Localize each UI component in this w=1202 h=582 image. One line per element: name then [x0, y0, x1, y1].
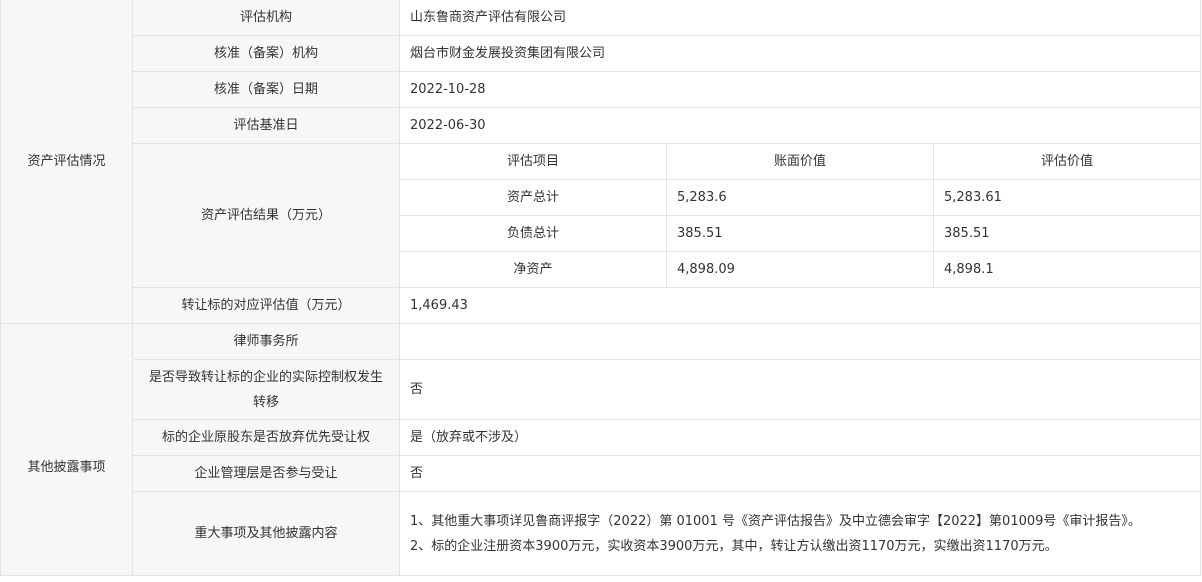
target-value-value: 1,469.43: [398, 287, 1202, 324]
law-firm-value: [398, 323, 1202, 360]
approve-date-label: 核准（备案）日期: [132, 71, 400, 108]
control-change-label: 是否导致转让标的企业的实际控制权发生转移: [132, 359, 400, 420]
management-label: 企业管理层是否参与受让: [132, 455, 400, 492]
result-header-book: 账面价值: [666, 143, 934, 180]
result-appraised-value: 5,283.61: [932, 179, 1202, 216]
section-asset-label: 资产评估情况: [0, 0, 133, 324]
appraiser-label: 评估机构: [132, 0, 400, 36]
result-item-name: 负债总计: [399, 215, 667, 252]
preemption-label: 标的企业原股东是否放弃优先受让权: [132, 419, 400, 456]
row-result-header: 资产评估结果（万元） 评估项目 账面价值 评估价值: [1, 143, 1202, 288]
result-appraised-value: 385.51: [932, 215, 1202, 252]
row-major: 重大事项及其他披露内容 1、其他重大事项详见鲁商评报字（2022）第 01001…: [1, 491, 1202, 576]
section-other-label: 其他披露事项: [0, 359, 133, 576]
result-header-item: 评估项目: [399, 143, 667, 180]
major-line-1: 1、其他重大事项详见鲁商评报字（2022）第 01001 号《资产评估报告》及中…: [410, 513, 1141, 529]
appraiser-value: 山东鲁商资产评估有限公司: [398, 0, 1202, 36]
preemption-value: 是（放弃或不涉及）: [398, 419, 1202, 456]
row-approver: 核准（备案）机构 烟台市财金发展投资集团有限公司: [1, 35, 1202, 72]
row-preemption: 标的企业原股东是否放弃优先受让权 是（放弃或不涉及）: [1, 419, 1202, 456]
row-control-change: 其他披露事项 是否导致转让标的企业的实际控制权发生转移 否: [0, 359, 1202, 576]
law-firm-label: 律师事务所: [132, 323, 400, 360]
major-value: 1、其他重大事项详见鲁商评报字（2022）第 01001 号《资产评估报告》及中…: [398, 491, 1202, 576]
result-item-name: 净资产: [399, 251, 667, 288]
row-management: 企业管理层是否参与受让 否: [1, 455, 1202, 492]
result-appraised-value: 4,898.1: [932, 251, 1202, 288]
management-value: 否: [398, 455, 1202, 492]
base-date-label: 评估基准日: [132, 107, 400, 144]
section-asset-tail: [0, 323, 133, 360]
approver-value: 烟台市财金发展投资集团有限公司: [398, 35, 1202, 72]
base-date-value: 2022-06-30: [398, 107, 1202, 144]
result-item-name: 资产总计: [399, 179, 667, 216]
row-target-value: 转让标的对应评估值（万元） 1,469.43: [1, 287, 1202, 324]
row-appraiser: 资产评估情况 评估机构 山东鲁商资产评估有限公司: [0, 0, 1202, 324]
major-line-2: 2、标的企业注册资本3900万元，实收资本3900万元，其中，转让方认缴出资11…: [410, 538, 1058, 554]
result-book-value: 4,898.09: [666, 251, 934, 288]
row-approve-date: 核准（备案）日期 2022-10-28: [1, 71, 1202, 108]
control-change-value: 否: [398, 359, 1202, 420]
result-label: 资产评估结果（万元）: [132, 143, 400, 288]
disclosure-table: 资产评估情况 评估机构 山东鲁商资产评估有限公司 核准（备案）机构 烟台市财金发…: [0, 0, 1202, 576]
result-header-appraised: 评估价值: [932, 143, 1202, 180]
major-label: 重大事项及其他披露内容: [132, 491, 400, 576]
row-law-firm: 律师事务所: [0, 323, 1202, 360]
row-base-date: 评估基准日 2022-06-30: [1, 107, 1202, 144]
result-book-value: 5,283.6: [666, 179, 934, 216]
target-value-label: 转让标的对应评估值（万元）: [132, 287, 400, 324]
approve-date-value: 2022-10-28: [398, 71, 1202, 108]
approver-label: 核准（备案）机构: [132, 35, 400, 72]
result-book-value: 385.51: [666, 215, 934, 252]
